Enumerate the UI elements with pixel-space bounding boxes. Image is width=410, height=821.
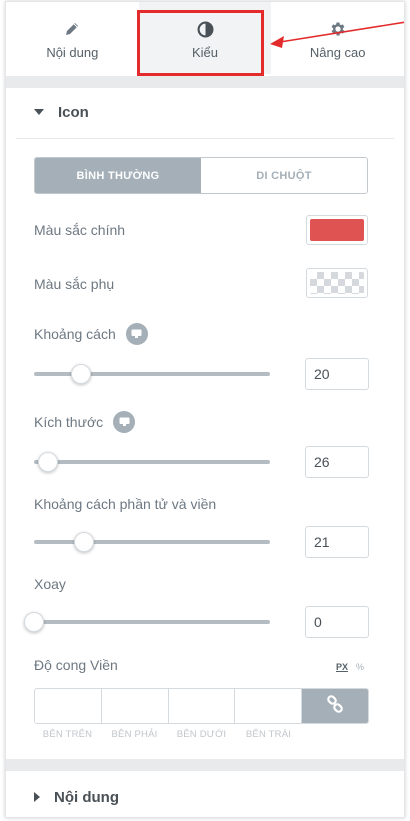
spacing-input[interactable] bbox=[305, 358, 369, 390]
spacing-label: Khoảng cách bbox=[34, 326, 116, 342]
padding-input[interactable] bbox=[305, 526, 369, 558]
gear-icon bbox=[329, 18, 347, 40]
slider-track bbox=[34, 620, 270, 624]
tab-label: Nội dung bbox=[46, 45, 99, 60]
unit-percent[interactable]: % bbox=[356, 662, 364, 672]
spacing-label-row: Khoảng cách bbox=[34, 323, 148, 345]
unit-px[interactable]: PX bbox=[336, 662, 348, 672]
border-radius-label: Độ cong Viền bbox=[34, 657, 118, 673]
tab-label: Kiểu bbox=[191, 45, 219, 60]
tab-style[interactable]: Kiểu bbox=[138, 2, 272, 74]
slider-track bbox=[34, 372, 270, 376]
radius-top-input[interactable] bbox=[35, 689, 102, 723]
spacing-slider[interactable] bbox=[34, 363, 270, 384]
divider bbox=[16, 138, 394, 139]
label-left: BÊN TRÁI bbox=[245, 729, 292, 740]
separator-bar bbox=[6, 76, 404, 88]
slider-handle[interactable] bbox=[24, 612, 44, 632]
size-label: Kích thước bbox=[34, 414, 104, 430]
label-top: BÊN TRÊN bbox=[42, 729, 93, 740]
slider-handle[interactable] bbox=[71, 364, 92, 384]
rotate-slider[interactable] bbox=[24, 611, 270, 632]
rotate-input[interactable] bbox=[305, 606, 369, 638]
primary-color-picker[interactable] bbox=[306, 215, 368, 245]
padding-slider[interactable] bbox=[34, 531, 270, 552]
slider-track bbox=[34, 460, 270, 464]
separator-bar bbox=[6, 759, 404, 771]
primary-color-label: Màu sắc chính bbox=[34, 222, 126, 238]
secondary-color-picker[interactable] bbox=[306, 268, 368, 298]
radius-right-input[interactable] bbox=[101, 689, 169, 723]
dimension-labels: BÊN TRÊN BÊN PHẢI BÊN DƯỚI BÊN TRÁI bbox=[34, 729, 302, 740]
desktop-icon[interactable] bbox=[113, 411, 136, 433]
desktop-icon[interactable] bbox=[125, 323, 148, 345]
normal-state-button[interactable]: BÌNH THƯỜNG bbox=[35, 158, 201, 193]
label-right: BÊN PHẢI bbox=[111, 729, 158, 740]
panel-tabs: Nội dung Kiểu Nâng cao bbox=[6, 2, 404, 74]
primary-color-swatch bbox=[310, 219, 364, 241]
link-values-button[interactable] bbox=[302, 689, 368, 723]
padding-label: Khoảng cách phần tử và viền bbox=[34, 496, 217, 512]
pencil-icon bbox=[64, 18, 80, 40]
caret-right-icon bbox=[34, 792, 40, 802]
size-label-row: Kích thước bbox=[34, 411, 136, 433]
radius-bottom-input[interactable] bbox=[168, 689, 236, 723]
border-radius-dimensions bbox=[34, 688, 369, 724]
label-bottom: BÊN DƯỚI bbox=[176, 729, 227, 740]
tab-advanced[interactable]: Nâng cao bbox=[271, 2, 404, 74]
rotate-label: Xoay bbox=[34, 576, 66, 592]
section-content-header[interactable]: Nội dung bbox=[6, 775, 404, 817]
tab-label: Nâng cao bbox=[309, 45, 366, 60]
link-icon bbox=[326, 694, 344, 718]
secondary-color-label: Màu sắc phụ bbox=[34, 276, 115, 292]
state-toggle: BÌNH THƯỜNG DI CHUỘT bbox=[34, 157, 368, 194]
radius-left-input[interactable] bbox=[235, 689, 303, 723]
slider-handle[interactable] bbox=[38, 452, 59, 472]
hover-state-button[interactable]: DI CHUỘT bbox=[201, 158, 367, 193]
size-input[interactable] bbox=[305, 446, 369, 478]
size-slider[interactable] bbox=[34, 451, 270, 472]
slider-handle[interactable] bbox=[73, 532, 94, 552]
tab-content[interactable]: Nội dung bbox=[6, 2, 139, 74]
unit-switcher: PX % bbox=[336, 662, 364, 672]
section-title: Nội dung bbox=[54, 788, 119, 806]
half-circle-icon bbox=[197, 18, 214, 40]
section-title: Icon bbox=[58, 103, 89, 121]
caret-down-icon bbox=[34, 109, 44, 115]
slider-track bbox=[34, 540, 270, 544]
section-icon-header[interactable]: Icon bbox=[6, 90, 404, 134]
transparent-swatch bbox=[310, 272, 364, 294]
editor-panel: Nội dung Kiểu Nâng cao Icon BÌNH THƯỜNG … bbox=[5, 1, 405, 818]
